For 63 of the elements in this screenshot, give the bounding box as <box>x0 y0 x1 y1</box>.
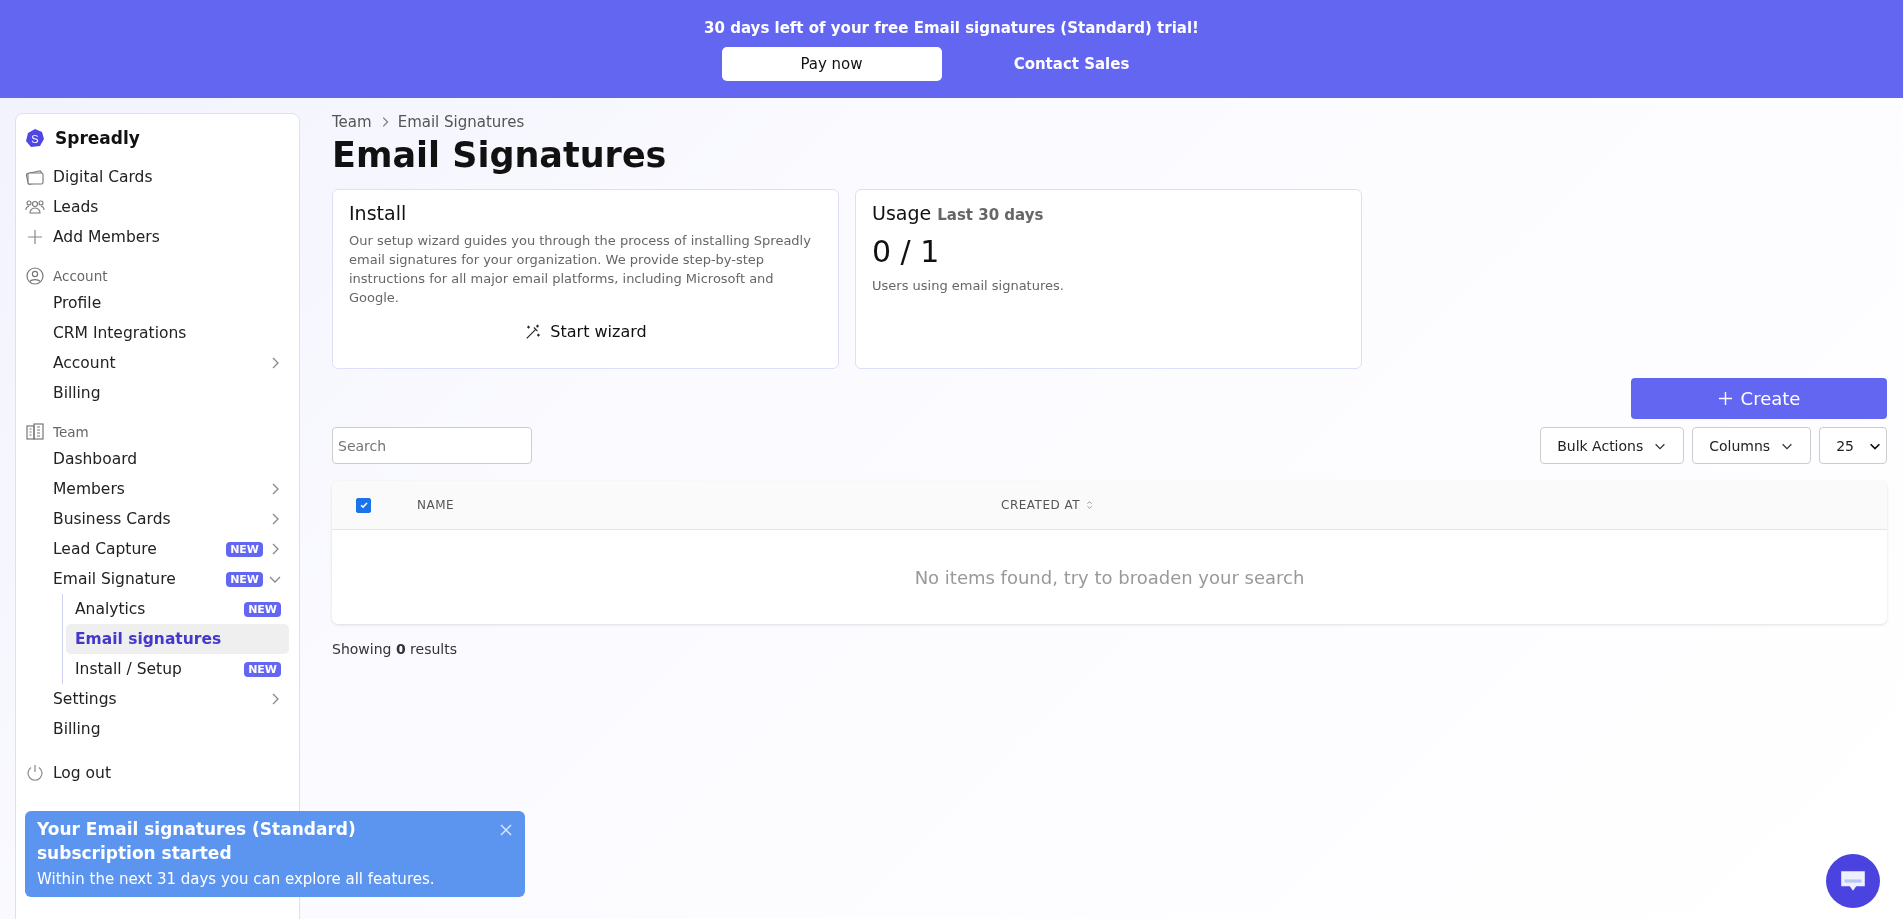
pay-button[interactable]: Pay now <box>721 47 942 81</box>
logo-icon: S <box>25 128 45 148</box>
nav-item[interactable]: Billing <box>25 714 289 744</box>
toast-message: Within the next 31 days you can explore all features. <box>37 869 436 888</box>
nav-item[interactable]: Leads <box>25 192 289 222</box>
new-badge: NEW <box>226 571 263 587</box>
nav-item[interactable]: Digital Cards <box>25 162 289 192</box>
power-icon <box>25 763 45 783</box>
nav-item[interactable]: Members <box>25 474 289 504</box>
brand-name: Spreadly <box>55 128 140 148</box>
magic-wand-icon <box>524 322 543 341</box>
nav-item[interactable]: Dashboard <box>25 444 289 474</box>
start-wizard-button[interactable]: Start wizard <box>518 321 653 343</box>
column-header[interactable]: NAME <box>417 498 1001 512</box>
nav-item[interactable]: Email Signature NEW <box>25 564 289 594</box>
trial-message: 30 days left of your free Email signatures (Standard) trial! <box>704 18 1199 37</box>
nav-item[interactable]: Business Cards <box>25 504 289 534</box>
check-icon <box>358 500 369 510</box>
new-badge: NEW <box>244 601 281 617</box>
nav-item[interactable]: Billing <box>25 378 289 408</box>
page-title: Email Signatures <box>332 135 668 175</box>
card-title: Usage <box>872 202 932 224</box>
dropdown-button[interactable]: Columns <box>1692 427 1812 464</box>
column-header[interactable]: CREATED AT <box>1001 498 1094 512</box>
breadcrumb-link[interactable]: Email Signatures <box>397 113 525 131</box>
usage-caption: Users using email signatures. <box>872 277 1065 295</box>
page-size-select[interactable]: 25 <box>1819 427 1887 464</box>
card-title: Install <box>349 202 408 224</box>
plus-icon <box>1717 391 1733 406</box>
card-text: Our setup wizard guides you through the process of installing Spreadly email signatures for your organization. We provide step-by-step instructions for all major email platforms, including Microsoft and Google. <box>349 232 812 307</box>
section-title: Account <box>53 268 108 284</box>
new-badge: NEW <box>226 541 263 557</box>
nav-item[interactable]: Install / Setup NEW <box>66 654 289 684</box>
empty-message: No items found, try to broaden your search <box>913 565 1306 590</box>
close-icon[interactable] <box>499 823 513 837</box>
nav-item[interactable]: Analytics NEW <box>66 594 289 624</box>
toast-title: Your Email signatures (Standard) subscription started <box>37 818 357 865</box>
card-subtitle: Last 30 days <box>937 206 1044 224</box>
breadcrumb-link[interactable]: Team <box>332 113 372 131</box>
logout-item[interactable]: Log out <box>25 758 289 788</box>
dropdown-button[interactable]: Bulk Actions <box>1540 427 1685 464</box>
sales-link[interactable]: Contact Sales <box>961 47 1182 81</box>
search-field[interactable]: Search <box>332 427 532 464</box>
usage-value: 0 / 1 <box>872 234 941 269</box>
nav-item[interactable]: Add Members <box>25 222 289 252</box>
cards-icon <box>25 167 45 187</box>
user-circle-icon <box>25 266 45 286</box>
chat-button[interactable] <box>1826 854 1880 908</box>
section-title: Team <box>53 424 89 440</box>
create-button[interactable]: Create <box>1631 378 1887 419</box>
nav-item[interactable]: Profile <box>25 288 289 318</box>
nav-item[interactable]: Account <box>25 348 289 378</box>
sort-icon <box>1086 500 1094 510</box>
nav-item[interactable]: Email signatures <box>66 624 289 654</box>
people-icon <box>25 197 45 217</box>
building-icon <box>25 422 45 442</box>
nav-item[interactable]: Settings <box>25 684 289 714</box>
nav-item[interactable]: CRM Integrations <box>25 318 289 348</box>
results-count: Showing 0 results <box>332 641 458 657</box>
plus-icon <box>25 227 45 247</box>
new-badge: NEW <box>244 661 281 677</box>
nav-item[interactable]: Lead Capture NEW <box>25 534 289 564</box>
select-all-checkbox[interactable] <box>356 497 371 513</box>
